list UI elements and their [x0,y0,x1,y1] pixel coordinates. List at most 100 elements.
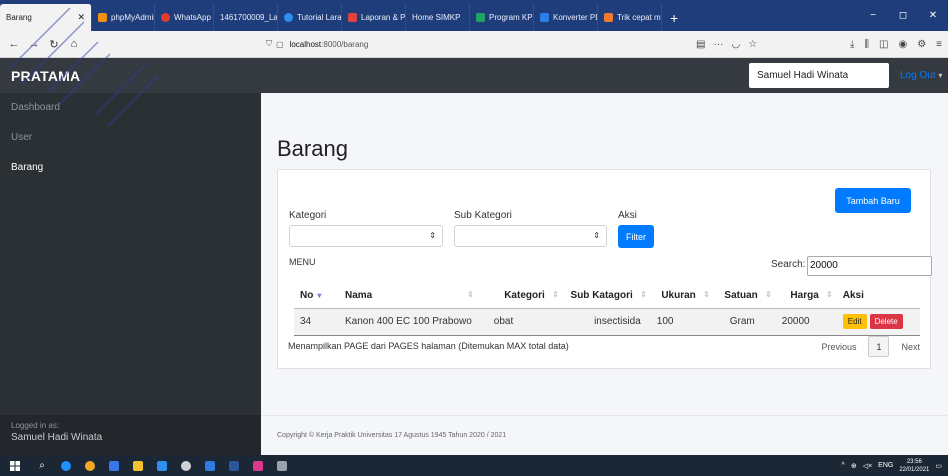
select-arrow-icon: ⇕ [429,231,436,240]
cell-aksi: Edit Delete [836,308,920,336]
taskbar-app-firefox-icon[interactable] [78,455,102,476]
menu-icon[interactable]: ≡ [936,39,942,50]
new-tab-button[interactable]: + [662,4,686,31]
tab-whatsapp[interactable]: WhatsApp [155,4,214,31]
minimize-button[interactable]: − [858,0,888,31]
add-new-button[interactable]: Tambah Baru [835,188,911,213]
cell-satuan: Gram [713,308,776,336]
page-footer: Copyright © Kerja Praktik Universitas 17… [261,415,948,455]
tutorial-icon [284,13,293,22]
taskbar-app-word-icon[interactable] [222,455,246,476]
tray-language[interactable]: ENG [878,462,893,469]
app-header: PRATAMA Samuel Hadi Winata Log Out ▾ [0,58,948,93]
tab-lapo[interactable]: 1461700009_Lapo [214,4,278,31]
tab-phpmyadmin[interactable]: phpMyAdmin [92,4,155,31]
tab-laporan[interactable]: Laporan & Pr [342,4,406,31]
user-name-box: Samuel Hadi Winata [749,63,889,88]
sort-icon: ⇕ [467,290,474,300]
phpmyadmin-icon [98,13,107,22]
logout-link[interactable]: Log Out ▾ [900,70,942,81]
tab-program-kp[interactable]: Program KP [470,4,534,31]
search-icon[interactable]: ⌕ [30,455,54,476]
sort-icon: ⇕ [765,290,772,300]
sidebar: Dashboard User Barang Logged in as: Samu… [0,93,261,455]
cell-ukuran: 100 [650,308,714,336]
notification-icon[interactable]: ▭ [935,462,942,470]
brand-logo[interactable]: PRATAMA [0,68,80,84]
filter-button[interactable]: Filter [618,225,654,248]
sidebar-item-barang[interactable]: Barang [0,153,261,183]
bookmark-star-icon[interactable]: ☆ [748,39,757,50]
tray-volume-icon[interactable]: ◁× [863,462,872,470]
previous-button[interactable]: Previous [821,342,856,352]
col-kategori[interactable]: Kategori ⇕ [477,284,563,309]
close-tab-icon[interactable]: ✕ [71,12,85,23]
home-icon[interactable]: ⌂ [64,34,84,54]
logged-in-panel: Logged in as: Samuel Hadi Winata [0,415,261,455]
address-bar[interactable]: ⛉ ▢ localhost:8000/barang [266,34,746,54]
taskbar-app-mail-icon[interactable] [150,455,174,476]
drive-icon [476,13,485,22]
gmail-icon [348,13,357,22]
tab-tutorial-laravel[interactable]: Tutorial Larav [278,4,342,31]
start-button[interactable] [0,455,30,476]
cell-kategori: obat [477,308,563,336]
account-icon[interactable]: ◉ [898,39,907,50]
clock-time: 23:56 [906,458,922,465]
tray-chevron-icon[interactable]: ^ [842,462,845,469]
page-title: Barang [277,136,348,161]
search-label: Search: [771,259,806,270]
shield-icon: ⛉ [266,39,272,48]
col-sub-kategori[interactable]: Sub Katagori ⇕ [562,284,651,309]
taskbar: ⌕ ^ ⊕ ◁× ENG 23:56 22/01/2021 ▭ [0,455,948,476]
taskbar-app-icon[interactable] [102,455,126,476]
subkategori-select[interactable]: ⇕ [454,225,607,247]
col-satuan[interactable]: Satuan ⇕ [713,284,776,309]
reader-icon[interactable]: ▤ [696,39,705,50]
sort-icon: ⇕ [640,290,647,300]
url-text: localhost:8000/barang [289,39,369,49]
tab-trik-cepat[interactable]: Trik cepat me [598,4,662,31]
close-window-button[interactable]: ✕ [918,0,948,31]
col-nama[interactable]: Nama ⇕ [339,284,478,309]
taskbar-app-vscode-icon[interactable] [198,455,222,476]
maximize-button[interactable]: ◻ [888,0,918,31]
taskbar-app-photos-icon[interactable] [246,455,270,476]
pocket-icon[interactable]: ◡ [731,39,740,50]
forward-icon[interactable]: → [24,34,44,54]
logged-in-name: Samuel Hadi Winata [11,432,103,443]
tab-label: 1461700009_Lapo [220,13,278,22]
library-icon[interactable]: ⫼ [864,39,869,50]
col-ukuran[interactable]: Ukuran ⇕ [650,284,714,309]
tab-label: Barang [6,13,32,22]
next-button[interactable]: Next [901,342,920,352]
sidebar-item-user[interactable]: User [0,123,261,153]
page-1-button[interactable]: 1 [868,336,890,357]
tab-barang[interactable]: Barang ✕ [0,4,92,31]
sidebar-toggle-icon[interactable]: ◫ [879,39,888,50]
tab-home-simkp[interactable]: Home SIMKP [406,4,470,31]
kategori-select[interactable]: ⇕ [289,225,443,247]
taskbar-app-edge-icon[interactable] [54,455,78,476]
tab-konverter-pdf[interactable]: Konverter PDF [534,4,598,31]
search-input[interactable]: 20000 [807,256,932,276]
col-no[interactable]: No ▾ [294,284,339,309]
taskbar-app-tool-icon[interactable] [174,455,198,476]
more-icon[interactable]: ··· [713,39,723,50]
download-icon[interactable]: ⤓ [850,39,854,50]
col-harga[interactable]: Harga ⇕ [775,284,837,309]
edit-button[interactable]: Edit [842,314,867,329]
taskbar-app-misc-icon[interactable] [270,455,294,476]
cell-sub-kategori: insectisida [562,308,651,336]
taskbar-app-store-icon[interactable] [126,455,150,476]
sort-desc-icon: ▾ [317,291,322,301]
back-icon[interactable]: ← [4,34,24,54]
reload-icon[interactable]: ↻ [44,34,64,54]
tray-clock[interactable]: 23:56 22/01/2021 [899,458,929,474]
tab-label: Program KP [489,13,533,22]
delete-button[interactable]: Delete [869,314,903,329]
sort-icon: ⇕ [703,290,710,300]
extension-icon[interactable]: ⚙ [917,39,926,50]
tray-network-icon[interactable]: ⊕ [851,462,857,470]
sidebar-item-dashboard[interactable]: Dashboard [0,93,261,123]
